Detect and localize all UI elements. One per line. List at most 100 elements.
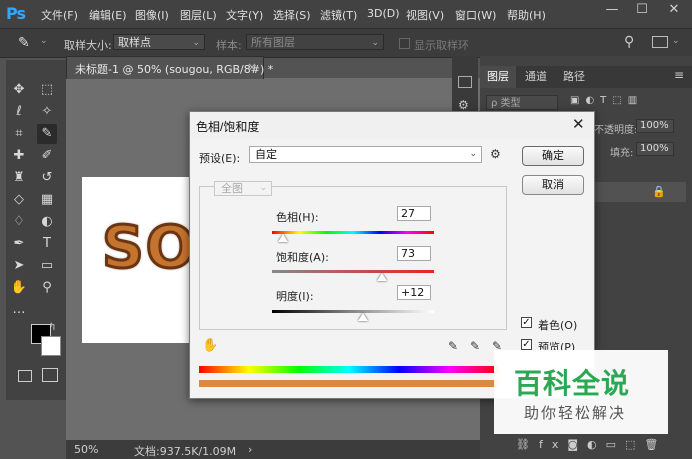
preset-label: 预设(E): [199,152,241,165]
history-panel-icon[interactable] [458,76,472,88]
search-icon[interactable]: ⚲ [624,34,634,50]
brush-tool-icon[interactable]: ✐ [37,146,57,166]
chevron-down-icon[interactable]: ⌄ [672,36,680,46]
menu-filter[interactable]: 滤镜(T) [320,7,357,23]
lightness-slider-thumb[interactable] [357,313,368,321]
panel-menu-icon[interactable]: ≡ [674,68,684,82]
swap-colors-icon[interactable]: ↰ [48,322,56,333]
zoom-tool-icon[interactable]: ⚲ [37,278,57,298]
menu-select[interactable]: 选择(S) [273,7,311,23]
minimize-icon[interactable]: — [598,0,626,22]
blur-tool-icon[interactable]: ♢ [9,212,29,232]
menu-bar: Ps 文件(F) 编辑(E) 图像(I) 图层(L) 文字(Y) 选择(S) 滤… [0,0,692,28]
zoom-level[interactable]: 50% [74,443,98,456]
move-tool-icon[interactable]: ✥ [9,80,29,100]
saturation-slider-thumb[interactable] [377,273,388,281]
layer-filter-select[interactable]: ρ 类型 [486,95,558,110]
more-tools-icon[interactable]: … [9,300,29,320]
eyedropper-plus-icon[interactable]: ✎ [470,339,480,353]
input-color-bar [199,366,499,373]
chevron-right-icon[interactable]: › [248,443,252,456]
colorize-checkbox[interactable]: ✓ [521,317,532,328]
sample-select[interactable]: 所有图层 ⌄ [246,34,384,50]
crop-tool-icon[interactable]: ⌗ [9,124,29,144]
lightness-input[interactable]: +12 [397,285,431,300]
chevron-down-icon: ⌄ [192,38,200,48]
dialog-title: 色相/饱和度 [196,120,260,134]
close-icon[interactable]: × [247,60,257,74]
eyedropper-tool-icon[interactable]: ✎ [18,35,30,51]
properties-panel-icon[interactable]: ⚙ [458,98,469,112]
chevron-down-icon[interactable]: ⌄ [40,36,48,46]
eyedropper-icon[interactable]: ✎ [37,124,57,144]
tab-channels[interactable]: 通道 [518,66,554,88]
output-color-bar [199,380,499,387]
hue-slider-thumb[interactable] [278,234,289,242]
watermark-subtitle: 助你轻松解决 [524,404,627,422]
menu-view[interactable]: 视图(V) [406,7,444,23]
menu-help[interactable]: 帮助(H) [507,7,546,23]
ok-button[interactable]: 确定 [522,146,584,166]
screen-mode-icon[interactable] [42,368,58,382]
history-brush-icon[interactable]: ↺ [37,168,57,188]
cancel-button[interactable]: 取消 [522,175,584,195]
pen-tool-icon[interactable]: ✒ [9,234,29,254]
lightness-slider-track[interactable] [272,310,434,313]
fill-input[interactable]: 100% [636,142,674,156]
close-window-icon[interactable]: ✕ [660,0,688,22]
sample-size-select[interactable]: 取样点 ⌄ [113,34,205,50]
saturation-input[interactable]: 73 [397,246,431,261]
eyedropper-icon[interactable]: ✎ [448,339,458,353]
maximize-icon[interactable]: ☐ [628,0,656,22]
type-tool-icon[interactable]: T [37,234,57,254]
dodge-tool-icon[interactable]: ◐ [37,212,57,232]
lasso-tool-icon[interactable]: ℓ [9,102,29,122]
sample-size-value: 取样点 [118,36,151,49]
show-ring-checkbox[interactable] [399,38,410,49]
document-tab[interactable]: 未标题-1 @ 50% (sougou, RGB/8#) * × [66,56,273,79]
stamp-tool-icon[interactable]: ♜ [9,168,29,188]
rectangle-tool-icon[interactable]: ▭ [37,256,57,276]
magic-wand-tool-icon[interactable]: ✧ [37,102,57,122]
tools-panel: ✥ ⬚ ℓ ✧ ⌗ ✎ ✚ ✐ ♜ ↺ ◇ ▦ ♢ ◐ ✒ T ➤ ▭ ✋ ⚲ … [6,60,66,400]
menu-type[interactable]: 文字(Y) [226,7,263,23]
hand-adjust-icon[interactable]: ✋ [202,338,218,353]
panel-tabs: 图层 通道 路径 ≡ [480,66,692,88]
layer-actions-bar[interactable]: ⛓fx◙◐▭⬚🗑 [516,438,667,451]
opacity-input[interactable]: 100% [636,119,674,133]
menu-edit[interactable]: 编辑(E) [89,7,127,23]
menu-3d[interactable]: 3D(D) [367,7,400,20]
tab-layers[interactable]: 图层 [480,66,516,88]
marquee-tool-icon[interactable]: ⬚ [37,80,57,100]
layer-row[interactable]: 🔒 [594,182,686,202]
menu-image[interactable]: 图像(I) [135,7,169,23]
close-icon[interactable]: ✕ [572,115,585,133]
eraser-tool-icon[interactable]: ◇ [9,190,29,210]
layer-filter-icons[interactable]: ▣◐T⬚▥ [570,95,643,106]
gradient-tool-icon[interactable]: ▦ [37,190,57,210]
lightness-label: 明度(I): [276,290,314,303]
hue-input[interactable]: 27 [397,206,431,221]
menu-layer[interactable]: 图层(L) [180,7,217,23]
channel-value: 全图 [221,182,243,195]
options-bar: ✎ ⌄ 取样大小: 取样点 ⌄ 样本: 所有图层 ⌄ 显示取样环 ⚲ ⌄ [0,28,692,58]
opacity-label: 不透明度: [594,125,638,136]
path-select-icon[interactable]: ➤ [9,256,29,276]
hue-slider-track[interactable] [272,231,434,234]
chevron-down-icon: ⌄ [469,149,477,159]
adjustment-group-box [199,186,507,330]
tab-paths[interactable]: 路径 [556,66,592,88]
channel-select[interactable]: 全图 ⌄ [214,181,272,196]
settings-gear-icon[interactable]: ⚙ [490,147,501,161]
colorize-label: 着色(O) [538,319,578,332]
preview-checkbox[interactable]: ✓ [521,339,532,350]
quick-mask-icon[interactable] [18,370,32,382]
workspace-icon[interactable] [652,36,668,48]
menu-window[interactable]: 窗口(W) [455,7,496,23]
menu-file[interactable]: 文件(F) [41,7,78,23]
hand-tool-icon[interactable]: ✋ [9,278,29,298]
healing-tool-icon[interactable]: ✚ [9,146,29,166]
saturation-slider-track[interactable] [272,270,434,273]
preset-select[interactable]: 自定 ⌄ [249,146,482,163]
background-color-swatch[interactable] [41,336,61,356]
